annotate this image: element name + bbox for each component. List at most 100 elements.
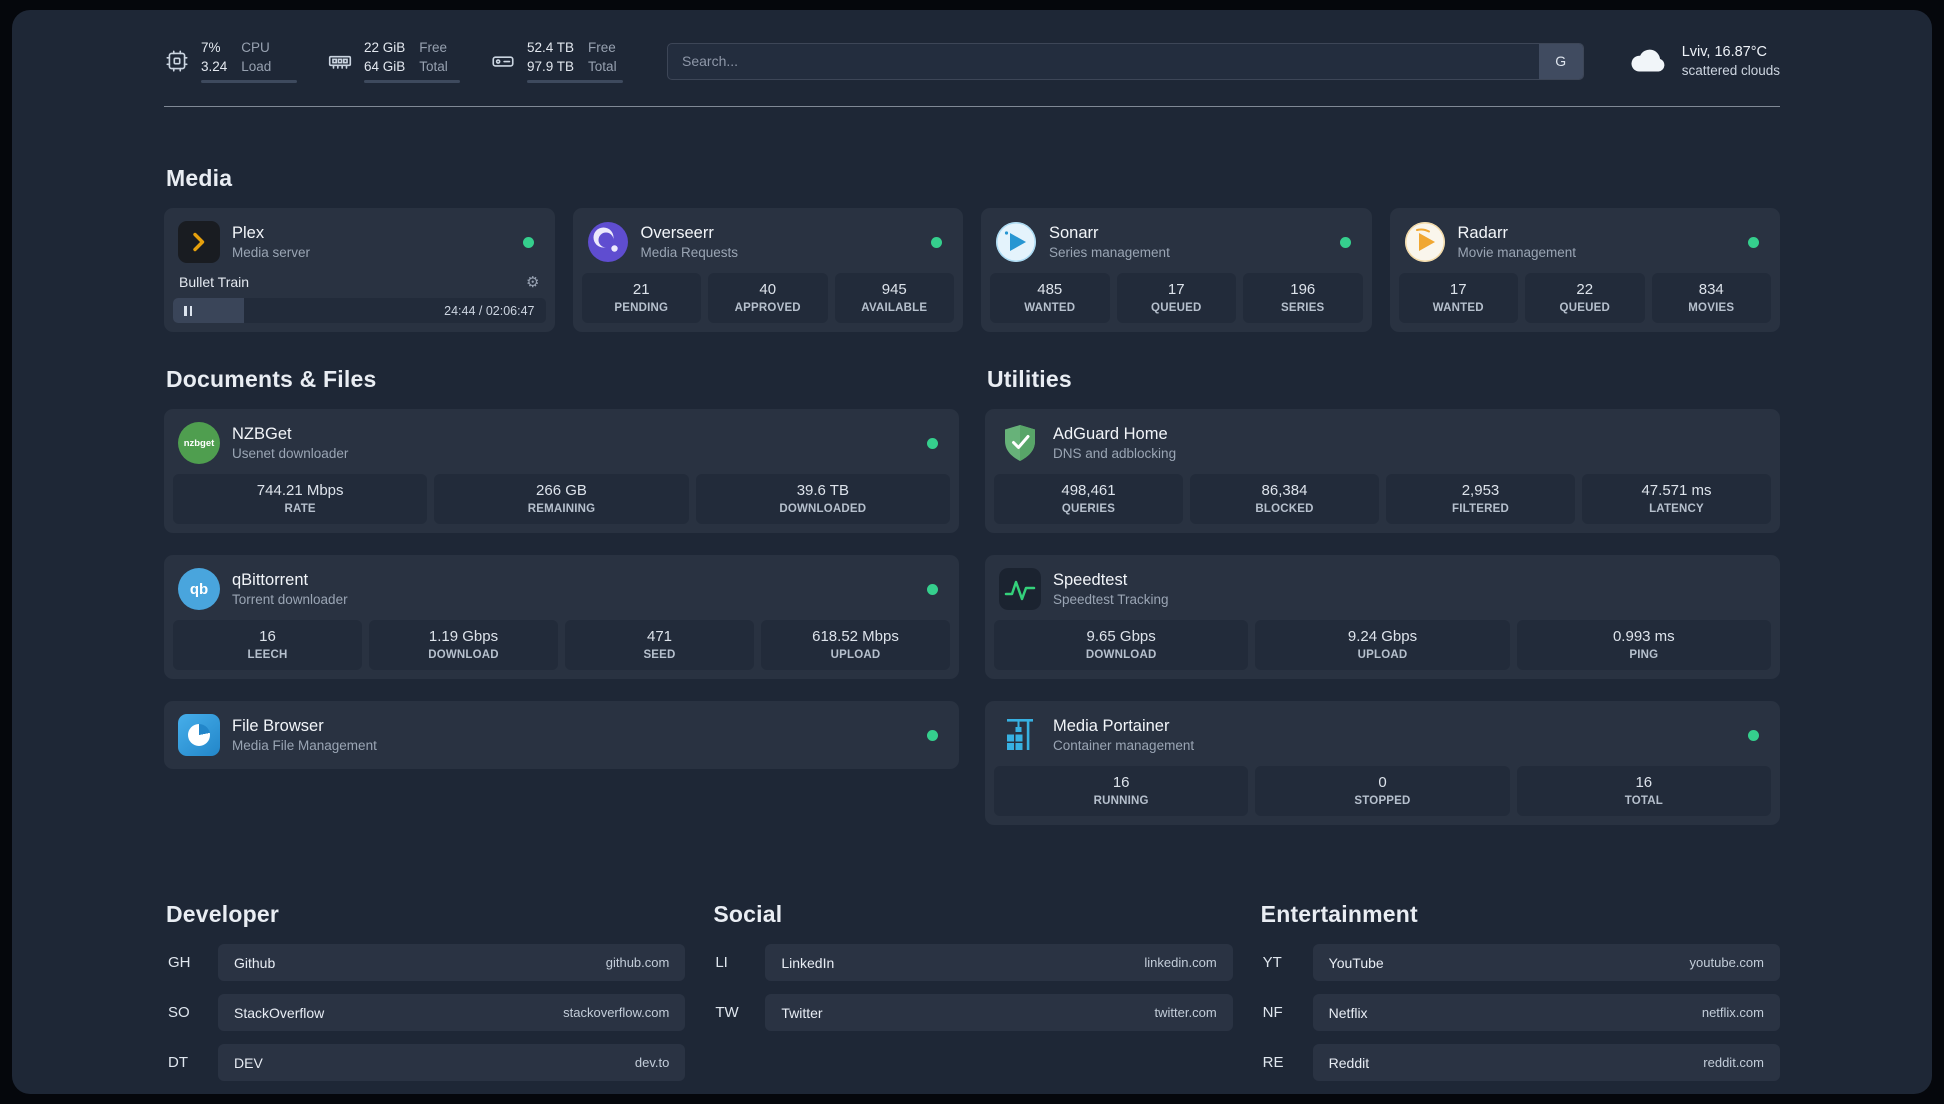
- cloud-icon: [1628, 40, 1670, 82]
- status-dot: [927, 437, 938, 449]
- service-portainer[interactable]: Media Portainer Container management: [994, 709, 1771, 766]
- bookmark-url: netflix.com: [1701, 1005, 1764, 1020]
- stat-upload: 9.24 Gbps UPLOAD: [1255, 620, 1510, 670]
- bookmark-dev[interactable]: DT DEV dev.to: [164, 1044, 686, 1081]
- cpu-load: 3.24: [201, 58, 228, 74]
- bookmark-name: DEV: [234, 1054, 263, 1071]
- section-title-social: Social: [713, 901, 783, 927]
- service-subtitle: Movie management: [1457, 244, 1577, 260]
- gear-icon[interactable]: ⚙: [526, 275, 539, 290]
- stat-remaining: 266 GB REMAINING: [434, 474, 689, 524]
- disk-free: 52.4 TB: [527, 39, 575, 55]
- memory-free: 22 GiB: [364, 39, 406, 55]
- stat-queued: 17 QUEUED: [1116, 273, 1236, 323]
- sonarr-icon: [995, 221, 1037, 263]
- service-name: Radarr: [1457, 224, 1508, 243]
- bookmark-github[interactable]: GH Github github.com: [164, 944, 686, 981]
- bookmark-reddit[interactable]: RE Reddit reddit.com: [1259, 1044, 1780, 1081]
- weather-widget: Lviv, 16.87°C scattered clouds: [1628, 40, 1780, 82]
- plex-icon: [178, 221, 220, 263]
- service-card-overseerr: Overseerr Media Requests 21 PENDING 40 A…: [572, 208, 963, 332]
- service-card-nzbget: nzbget NZBGet Usenet downloader 744.21 M…: [164, 409, 959, 533]
- section-title-utilities: Utilities: [987, 366, 1072, 392]
- service-subtitle: Torrent downloader: [232, 591, 348, 607]
- weather-location: Lviv, 16.87°C: [1681, 43, 1768, 60]
- stat-leech: 16 LEECH: [173, 620, 362, 670]
- stat-ping: 0.993 ms PING: [1516, 620, 1771, 670]
- section-title-entertainment: Entertainment: [1260, 901, 1418, 927]
- bookmark-url: linkedin.com: [1144, 955, 1217, 970]
- pause-icon[interactable]: [184, 305, 192, 316]
- service-card-filebrowser: File Browser Media File Management: [164, 701, 959, 769]
- section-title-documents: Documents & Files: [166, 366, 377, 392]
- service-name: Sonarr: [1049, 224, 1099, 243]
- dashboard: 7% 3.24 CPU Load 22 GiB 64 GiB Free Tota…: [12, 10, 1932, 1094]
- service-subtitle: Series management: [1049, 244, 1170, 260]
- portainer-icon: [999, 714, 1041, 756]
- resource-widgets: 7% 3.24 CPU Load 22 GiB 64 GiB Free Tota…: [164, 39, 623, 84]
- top-bar: 7% 3.24 CPU Load 22 GiB 64 GiB Free Tota…: [164, 36, 1780, 86]
- memory-progress-bar: [364, 80, 460, 84]
- radarr-icon: [1404, 221, 1446, 263]
- service-name: Plex: [232, 224, 265, 243]
- disk-total: 97.9 TB: [527, 58, 575, 74]
- memory-widget: 22 GiB 64 GiB Free Total: [327, 39, 460, 84]
- stat-total: 16 TOTAL: [1516, 766, 1771, 816]
- bookmark-youtube[interactable]: YT YouTube youtube.com: [1259, 944, 1780, 981]
- status-dot: [931, 236, 942, 248]
- speedtest-icon: [999, 568, 1041, 610]
- service-adguard[interactable]: AdGuard Home DNS and adblocking: [994, 417, 1771, 474]
- bookmark-stackoverflow[interactable]: SO StackOverflow stackoverflow.com: [164, 994, 686, 1031]
- filebrowser-icon: [178, 714, 220, 756]
- stat-upload: 618.52 Mbps UPLOAD: [761, 620, 950, 670]
- disk-progress-bar: [527, 80, 623, 84]
- service-card-portainer: Media Portainer Container management 16 …: [985, 701, 1780, 825]
- service-card-plex: Plex Media server Bullet Train ⚙ 24:44 /…: [164, 208, 555, 332]
- weather-description: scattered clouds: [1681, 62, 1780, 78]
- bookmark-url: reddit.com: [1703, 1055, 1764, 1070]
- cpu-label: CPU: [241, 39, 270, 55]
- qbittorrent-icon: qb: [178, 568, 220, 610]
- bookmark-abbr: LI: [715, 954, 728, 971]
- service-filebrowser[interactable]: File Browser Media File Management: [173, 709, 950, 761]
- stat-seed: 471 SEED: [565, 620, 754, 670]
- service-plex[interactable]: Plex Media server: [173, 216, 546, 273]
- stat-downloaded: 39.6 TB DOWNLOADED: [695, 474, 950, 524]
- status-dot: [1748, 236, 1759, 248]
- bookmark-netflix[interactable]: NF Netflix netflix.com: [1259, 994, 1780, 1031]
- service-radarr[interactable]: Radarr Movie management: [1399, 216, 1772, 273]
- service-sonarr[interactable]: Sonarr Series management: [990, 216, 1363, 273]
- bookmark-twitter[interactable]: TW Twitter twitter.com: [711, 994, 1233, 1031]
- stat-download: 9.65 Gbps DOWNLOAD: [994, 620, 1249, 670]
- stat-filtered: 2,953 FILTERED: [1386, 474, 1575, 524]
- service-name: Media Portainer: [1053, 717, 1170, 736]
- service-subtitle: Media server: [232, 244, 311, 260]
- cpu-load-label: Load: [241, 58, 272, 74]
- memory-total: 64 GiB: [364, 58, 406, 74]
- overseerr-icon: [587, 221, 629, 263]
- cpu-icon: [164, 48, 190, 74]
- bookmark-abbr: NF: [1262, 1004, 1283, 1021]
- topbar-divider: [164, 106, 1780, 107]
- service-card-speedtest: Speedtest Speedtest Tracking 9.65 Gbps D…: [985, 555, 1780, 679]
- search-provider-button[interactable]: G: [1538, 43, 1583, 79]
- service-name: qBittorrent: [232, 571, 309, 590]
- stat-blocked: 86,384 BLOCKED: [1190, 474, 1379, 524]
- cpu-progress-bar: [201, 80, 297, 84]
- bookmark-url: twitter.com: [1154, 1005, 1217, 1020]
- stat-queued: 22 QUEUED: [1525, 273, 1645, 323]
- service-card-radarr: Radarr Movie management 17 WANTED 22 QUE…: [1389, 208, 1780, 332]
- service-overseerr[interactable]: Overseerr Media Requests: [582, 216, 955, 273]
- playback-progress-bar[interactable]: 24:44 / 02:06:47: [173, 298, 546, 323]
- cpu-widget: 7% 3.24 CPU Load: [164, 39, 297, 84]
- stat-running: 16 RUNNING: [994, 766, 1249, 816]
- service-nzbget[interactable]: nzbget NZBGet Usenet downloader: [173, 417, 950, 474]
- search-input[interactable]: [667, 42, 1584, 80]
- service-speedtest[interactable]: Speedtest Speedtest Tracking: [994, 563, 1771, 620]
- disk-widget: 52.4 TB 97.9 TB Free Total: [490, 39, 623, 84]
- service-qbittorrent[interactable]: qb qBittorrent Torrent downloader: [173, 563, 950, 620]
- bookmark-linkedin[interactable]: LI LinkedIn linkedin.com: [711, 944, 1233, 981]
- adguard-icon: [999, 422, 1041, 464]
- stat-queries: 498,461 QUERIES: [994, 474, 1183, 524]
- stat-download: 1.19 Gbps DOWNLOAD: [369, 620, 558, 670]
